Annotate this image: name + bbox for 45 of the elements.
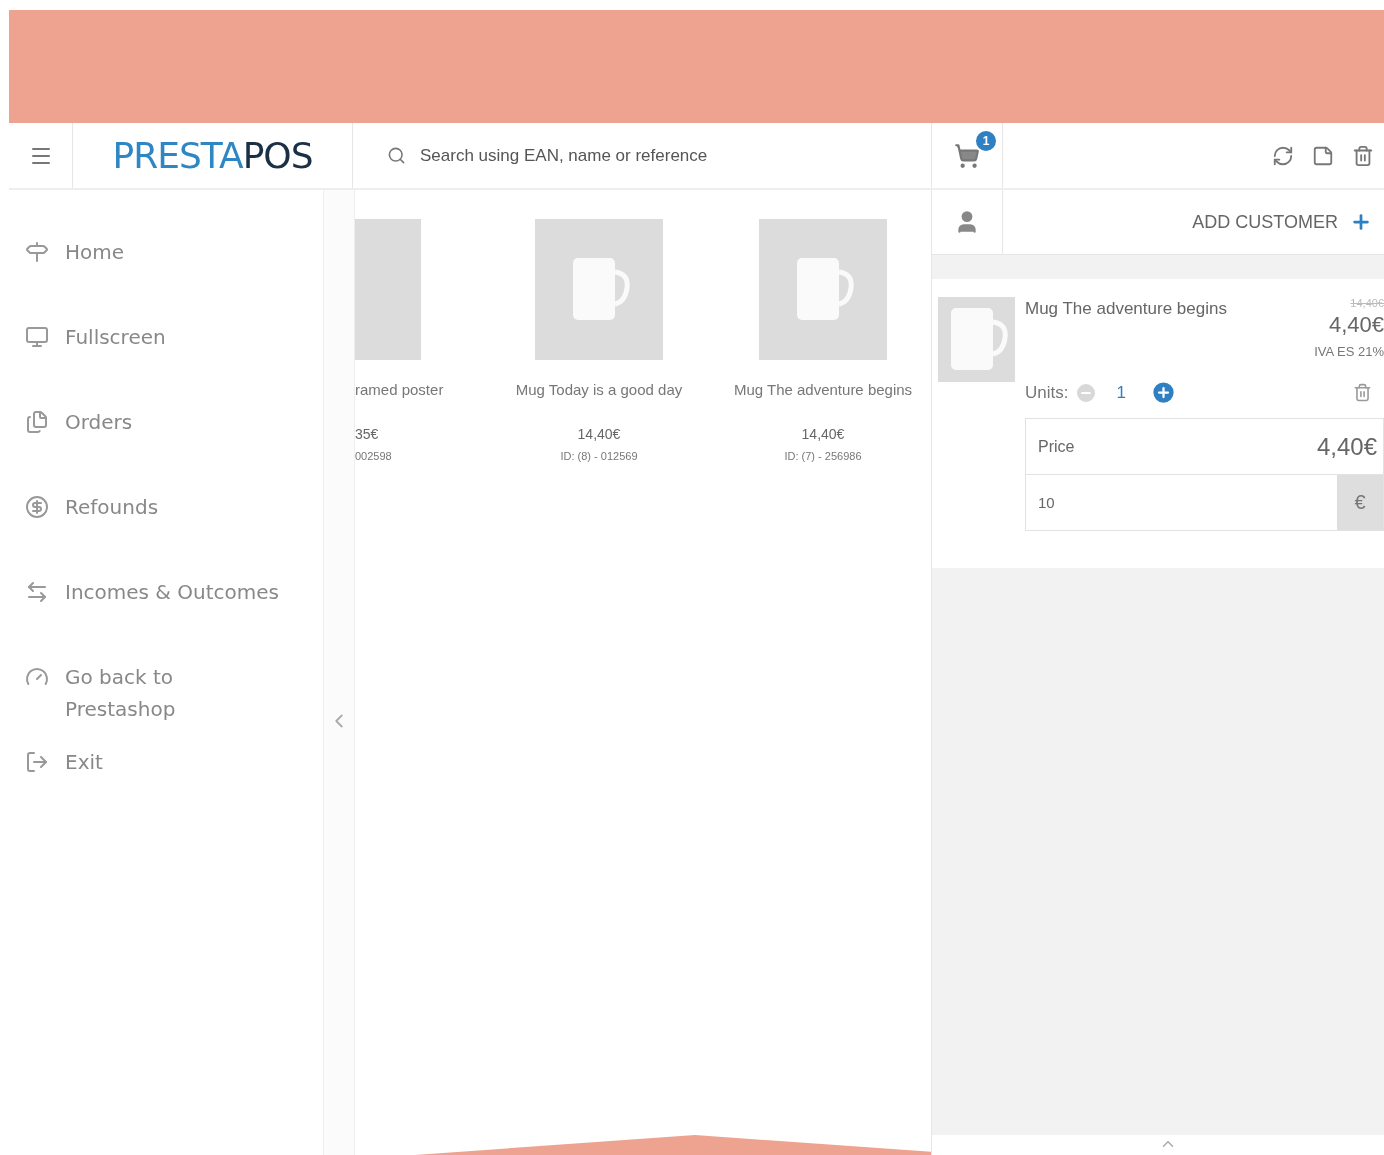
- product-name: ramed poster: [355, 381, 444, 398]
- note-icon[interactable]: [1312, 144, 1334, 167]
- original-price: 14,40€: [1350, 297, 1384, 309]
- arrows-icon: [25, 580, 49, 604]
- search-icon: [387, 146, 406, 165]
- product-name: Mug Today is a good day: [515, 381, 683, 398]
- tax-label: IVA ES 21%: [1314, 344, 1384, 359]
- cart-icon[interactable]: [954, 142, 980, 169]
- sidebar-item[interactable]: Exit: [9, 746, 323, 831]
- product-name: Mug The adventure begins: [733, 381, 913, 398]
- monitor-icon: [25, 325, 49, 349]
- refresh-icon[interactable]: [1272, 144, 1294, 167]
- cart-item-name: Mug The adventure begins: [1025, 299, 1227, 320]
- cart-count-badge: 1: [974, 129, 998, 153]
- logo: PRESTAPOS: [112, 135, 313, 176]
- product-price: 14,40€: [577, 426, 621, 442]
- signpost-icon: [25, 240, 49, 264]
- product-price: 35€: [355, 426, 379, 442]
- sidebar-item[interactable]: Orders: [9, 406, 323, 491]
- discount-field[interactable]: 10 €: [1025, 475, 1384, 531]
- product-reference: ID: (7) - 256986: [784, 450, 862, 462]
- product-card[interactable]: Mug Today is a good day 14,40€ ID: (8) - 012569: [487, 219, 711, 462]
- trash-icon[interactable]: [1352, 144, 1374, 167]
- sidebar-item[interactable]: Go back to Prestashop: [9, 661, 323, 746]
- sidebar-item[interactable]: Incomes & Outcomes: [9, 576, 323, 661]
- sidebar-item[interactable]: Refounds: [9, 491, 323, 576]
- price-label: Price: [1038, 437, 1075, 456]
- sidebar-item[interactable]: Home: [9, 236, 323, 321]
- product-reference: ID: (8) - 012569: [560, 450, 638, 462]
- product-reference: 002598: [355, 450, 392, 462]
- units-label: Units:: [1025, 382, 1069, 403]
- product-price: 14,40€: [801, 426, 845, 442]
- sidebar-item[interactable]: Fullscreen: [9, 321, 323, 406]
- product-card[interactable]: Mug The adventure begins 14,40€ ID: (7) - 256986: [711, 219, 931, 462]
- dollar-icon: [25, 495, 49, 519]
- item-price: 4,40€: [1328, 312, 1384, 338]
- documents-icon: [25, 410, 49, 434]
- exit-icon: [25, 750, 49, 774]
- product-card[interactable]: ramed poster 35€ 002598: [355, 219, 487, 462]
- price-value: 4,40€: [1316, 432, 1377, 461]
- currency-addon[interactable]: €: [1337, 475, 1383, 530]
- trash-icon[interactable]: [1353, 383, 1372, 402]
- quantity: 1: [1116, 382, 1126, 403]
- price-field[interactable]: Price 4,40€: [1025, 418, 1384, 475]
- plus-icon: [1350, 211, 1372, 233]
